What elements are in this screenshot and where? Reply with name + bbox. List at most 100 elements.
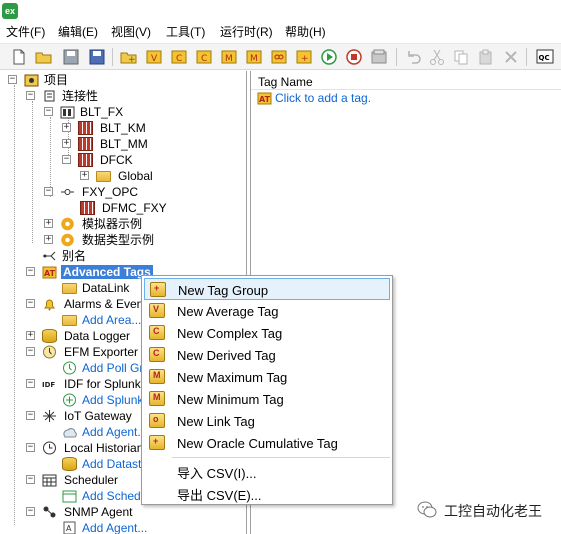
new-link-tag-icon[interactable] [270,48,288,66]
iot-gateway-icon [43,410,56,422]
svg-text:M: M [250,54,258,64]
collapse-icon[interactable]: − [26,91,35,100]
undo-icon[interactable] [404,48,422,66]
device-icon [80,201,95,215]
menu-item-new-average-tag[interactable]: V New Average Tag [144,300,390,322]
collapse-icon[interactable]: − [26,267,35,276]
collapse-icon[interactable]: − [26,347,35,356]
toolbar-separator [396,48,397,66]
add-agent-icon: A [63,521,76,534]
save-all-icon[interactable] [88,48,106,66]
collapse-icon[interactable]: − [26,507,35,516]
add-tag-link[interactable]: Click to add a tag. [275,91,371,105]
tree-label: 别名 [62,249,87,263]
menu-item-new-link-tag[interactable]: o New Link Tag [144,410,390,432]
collapse-icon[interactable]: − [26,443,35,452]
tree-label: BLT_MM [100,137,148,151]
expand-icon[interactable]: + [44,219,53,228]
link-tag-icon: o [149,413,165,428]
new-derived-tag-icon[interactable]: C [195,48,213,66]
new-average-tag-icon[interactable]: V [145,48,163,66]
properties-icon[interactable] [370,48,388,66]
open-folder-icon[interactable] [35,48,53,66]
tree-label: FXY_OPC [82,185,139,199]
tree-label: Add Schedu [82,489,148,503]
tree-label: IDF for Splunk [64,377,141,391]
cut-icon[interactable] [428,48,446,66]
menu-item-new-minimum-tag[interactable]: M New Minimum Tag [144,388,390,410]
clock-icon [43,441,56,455]
svg-text:C: C [176,54,182,64]
menu-bar: 文件(F) 编辑(E) 视图(V) 工具(T) 运行时(R) 帮助(H) [0,22,561,42]
tree-label: Data Logger [64,329,131,343]
svg-text:AT: AT [44,269,56,278]
tree-guide-line [50,117,51,197]
menu-item-new-complex-tag[interactable]: C New Complex Tag [144,322,390,344]
svg-text:AT: AT [259,95,271,104]
advanced-tags-icon: AT [42,266,57,279]
collapse-icon[interactable]: − [26,411,35,420]
menu-item-import-csv[interactable]: 导入 CSV(I)... [144,459,390,481]
menu-edit[interactable]: 编辑(E) [58,24,98,40]
toolbar-separator [526,48,527,66]
new-complex-tag-icon[interactable]: C [170,48,188,66]
folder-icon [62,283,77,294]
new-cumulative-tag-icon[interactable]: + [295,48,313,66]
save-icon[interactable] [62,48,80,66]
cumulative-tag-icon: + [149,435,165,450]
copy-icon[interactable] [452,48,470,66]
expand-icon[interactable]: + [44,235,53,244]
expand-icon[interactable]: + [62,139,71,148]
new-maximum-tag-icon[interactable]: M [220,48,238,66]
collapse-icon[interactable]: − [44,187,53,196]
add-datastore-icon [62,457,77,471]
minimum-tag-icon: M [149,391,165,406]
context-menu: + New Tag Group V New Average Tag C New … [141,275,393,505]
new-minimum-tag-icon[interactable]: M [245,48,263,66]
add-schedule-icon [62,490,77,503]
tree-label: DFCK [100,153,133,167]
project-icon [24,74,39,87]
expand-icon[interactable]: + [80,171,89,180]
column-header-tag-name[interactable]: Tag Name [251,73,561,90]
quick-client-icon[interactable]: QC [536,48,554,66]
average-tag-icon: V [149,303,165,318]
collapse-icon[interactable]: − [62,155,71,164]
collapse-icon[interactable]: − [26,475,35,484]
derived-tag-icon: C [149,347,165,362]
menu-item-export-csv[interactable]: 导出 CSV(E)... [144,481,390,503]
tree-label: Add Poll Gro [82,361,151,375]
new-tag-group-icon[interactable]: + [120,48,138,66]
menu-item-new-maximum-tag[interactable]: M New Maximum Tag [144,366,390,388]
start-runtime-icon[interactable] [320,48,338,66]
stop-runtime-icon[interactable] [345,48,363,66]
new-file-icon[interactable] [10,48,28,66]
svg-text:+: + [128,55,136,65]
collapse-icon[interactable]: − [26,299,35,308]
expand-icon[interactable]: + [26,331,35,340]
paste-icon[interactable] [477,48,495,66]
menu-view[interactable]: 视图(V) [111,24,151,40]
quick-client-label: QC [539,54,550,62]
svg-text:A: A [66,524,72,533]
collapse-icon[interactable]: − [44,107,53,116]
svg-text:+: + [301,54,309,64]
collapse-icon[interactable]: − [26,379,35,388]
menu-item-new-tag-group[interactable]: + New Tag Group [144,278,390,300]
device-icon [78,153,93,167]
menu-tools[interactable]: 工具(T) [166,24,205,40]
tree-label: 连接性 [62,89,99,103]
menu-runtime[interactable]: 运行时(R) [220,24,273,40]
connectivity-icon [44,90,55,102]
expand-icon[interactable]: + [62,123,71,132]
collapse-icon[interactable]: − [8,75,17,84]
delete-icon[interactable] [502,48,520,66]
menu-file[interactable]: 文件(F) [6,24,45,40]
tree-label: 数据类型示例 [82,233,155,247]
menu-item-new-oracle-cumulative-tag[interactable]: + New Oracle Cumulative Tag [144,432,390,454]
device-icon [78,121,93,135]
menu-item-new-derived-tag[interactable]: C New Derived Tag [144,344,390,366]
menu-help[interactable]: 帮助(H) [285,24,326,40]
add-folder-icon [62,315,77,326]
tree-label: Add Agent... [82,521,148,534]
